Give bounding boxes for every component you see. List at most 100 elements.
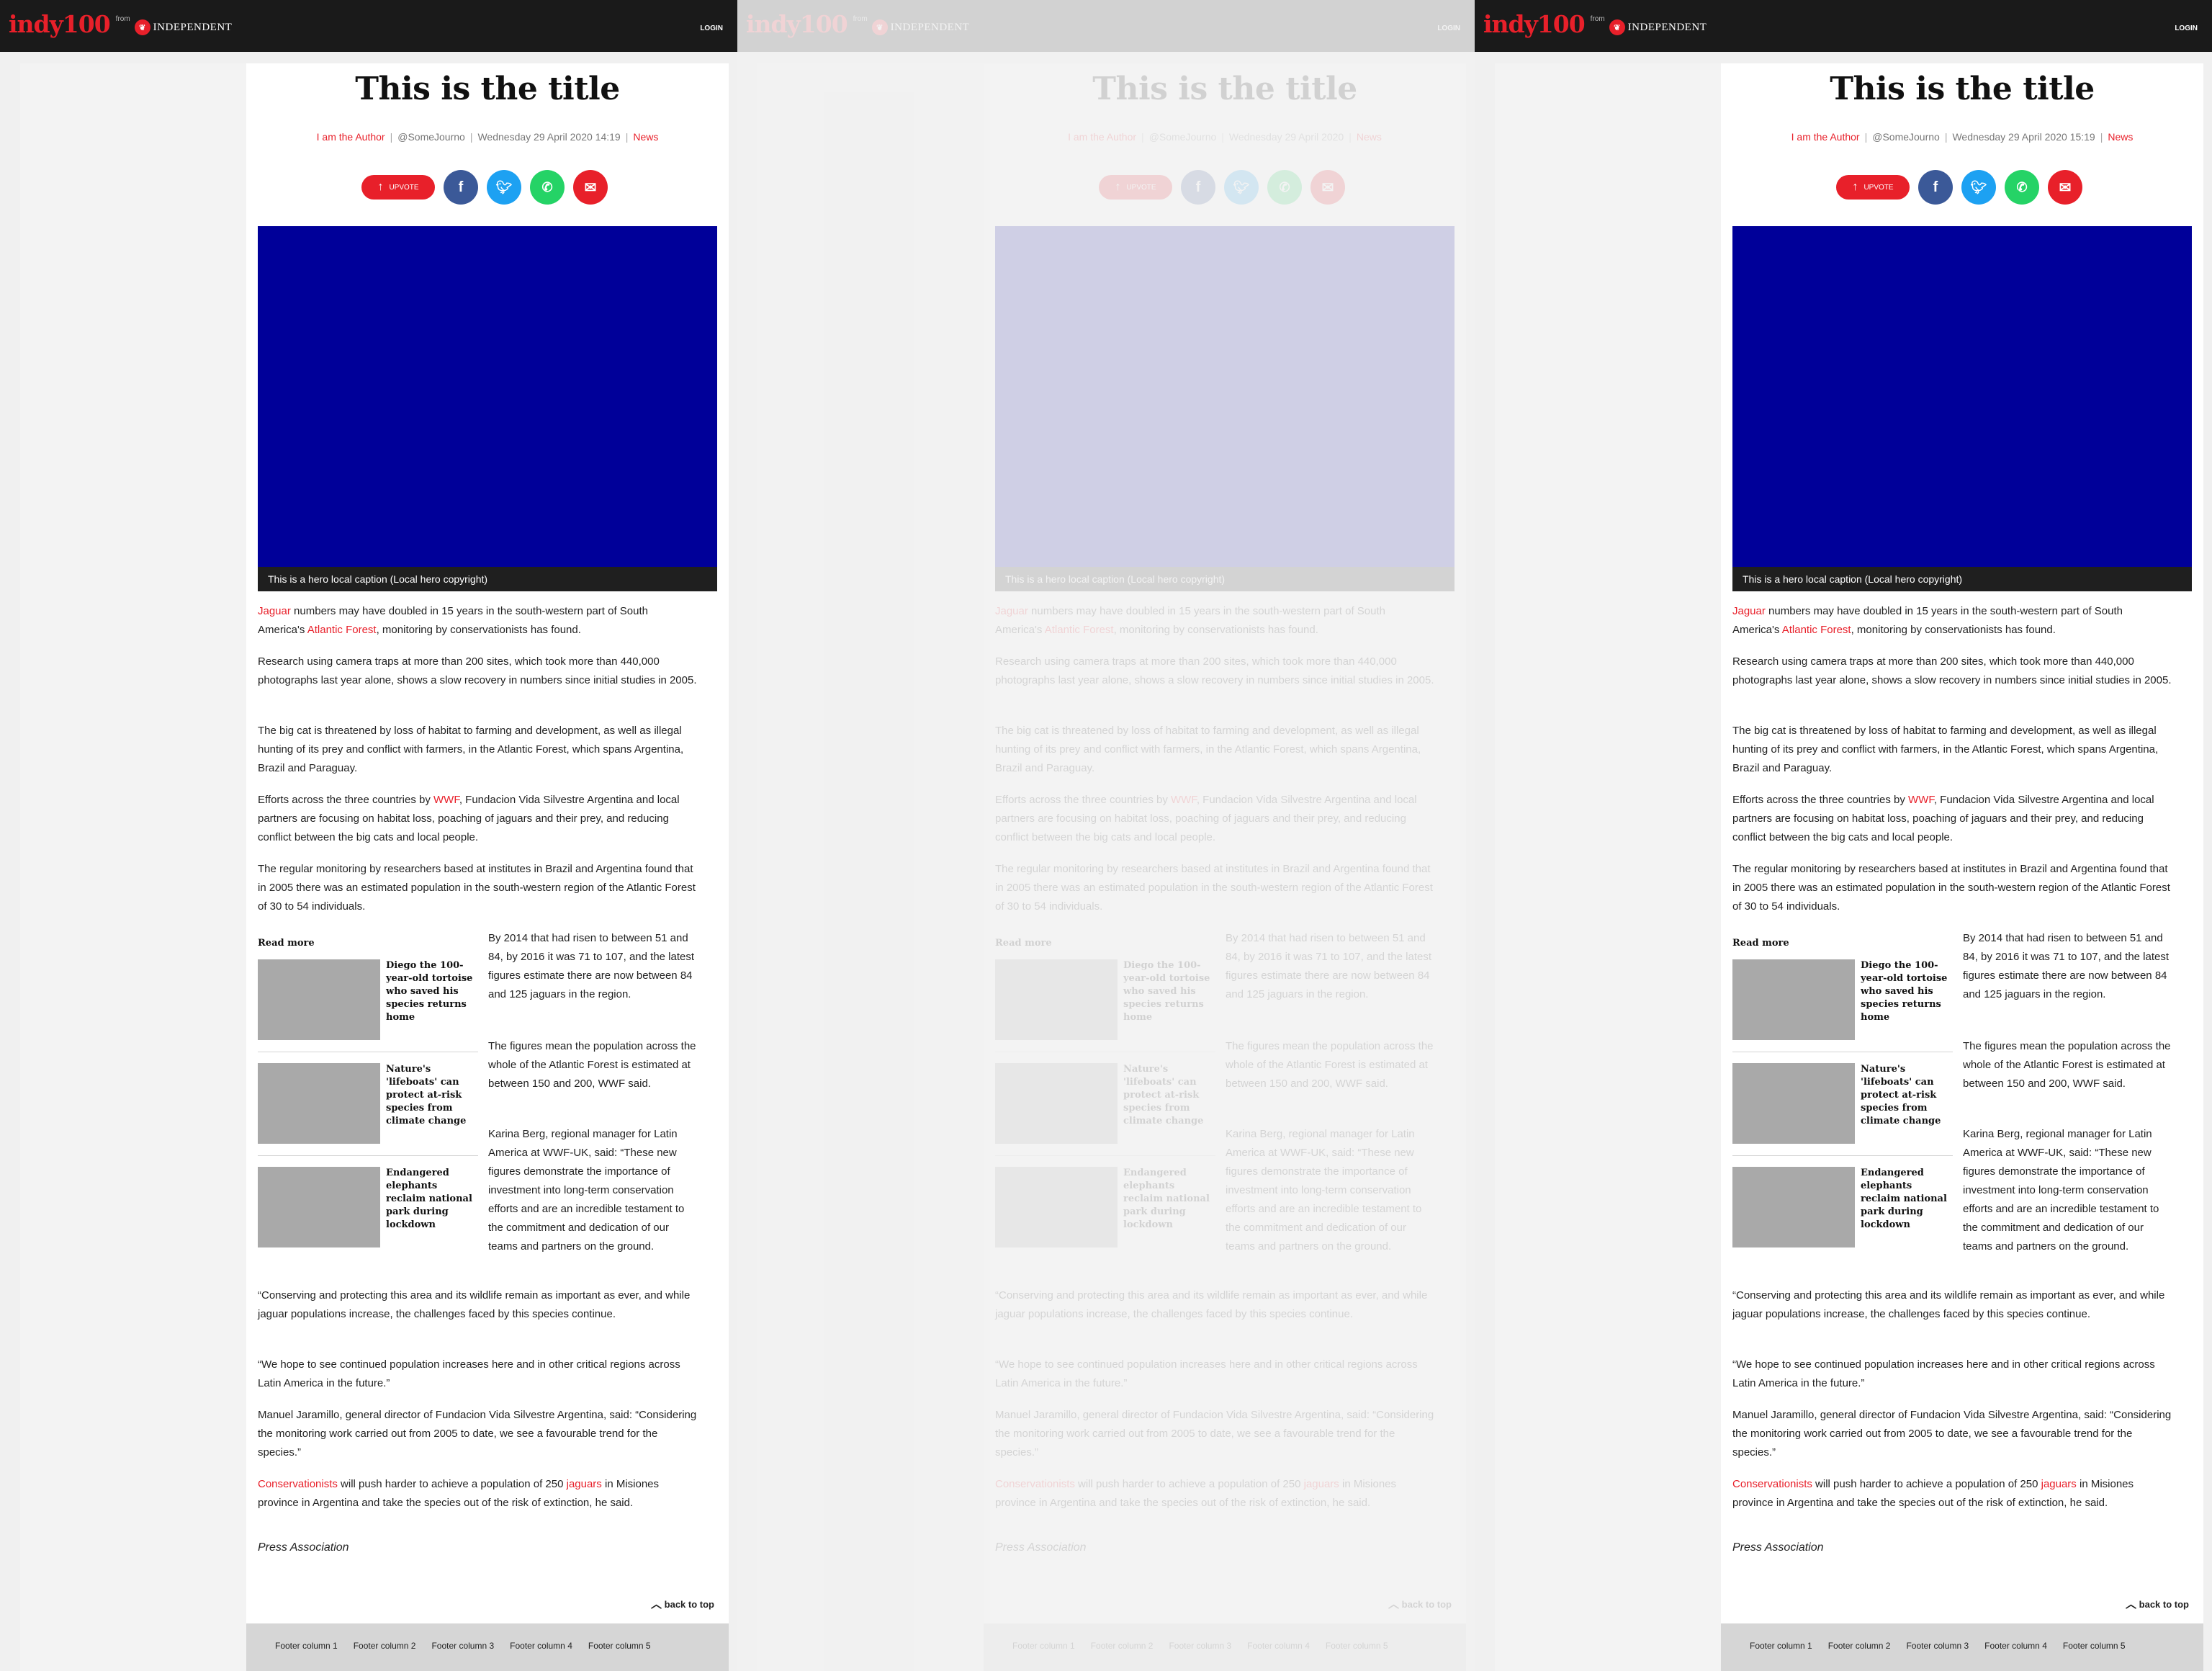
read-more-item[interactable]: Diego the 100-year-old tortoise who save… (258, 959, 478, 1052)
read-more-item[interactable]: Nature's 'lifeboats' can protect at-risk… (258, 1063, 478, 1156)
read-more-title[interactable]: Endangered elephants reclaim national pa… (386, 1167, 478, 1232)
paragraph-2: Research using camera traps at more than… (995, 655, 1434, 686)
email-share-button[interactable]: ✉ (2048, 170, 2082, 205)
whatsapp-share-button[interactable]: ✆ (530, 170, 565, 205)
upvote-button[interactable]: ↑ UPVOTE (1836, 175, 1910, 200)
footer-column[interactable]: Footer column 1 (1750, 1641, 1812, 1651)
back-to-top-link[interactable]: ︿ back to top (1388, 1596, 1452, 1611)
author-handle[interactable]: @SomeJourno (1149, 131, 1217, 143)
email-share-button[interactable]: ✉ (1310, 170, 1345, 205)
paragraph-5: The regular monitoring by researchers ba… (258, 863, 696, 913)
footer-column[interactable]: Footer column 1 (275, 1641, 338, 1651)
upvote-button[interactable]: ↑ UPVOTE (1099, 175, 1172, 200)
jaguar-link[interactable]: Jaguar (1732, 605, 1766, 617)
read-more-item[interactable]: Diego the 100-year-old tortoise who save… (1732, 959, 1953, 1052)
read-more-thumbnail[interactable] (258, 1063, 380, 1144)
read-more-thumbnail[interactable] (995, 1167, 1118, 1247)
footer-column[interactable]: Footer column 5 (588, 1641, 651, 1651)
jaguar-link[interactable]: Jaguar (258, 605, 291, 617)
jaguars-link[interactable]: jaguars (567, 1478, 602, 1490)
footer: Footer column 1 Footer column 2 Footer c… (246, 1623, 729, 1671)
atlantic-forest-link[interactable]: Atlantic Forest (307, 624, 377, 636)
footer-column[interactable]: Footer column 4 (1247, 1641, 1310, 1651)
read-more-thumbnail[interactable] (1732, 959, 1855, 1040)
read-more-thumbnail[interactable] (1732, 1063, 1855, 1144)
read-more-title[interactable]: Endangered elephants reclaim national pa… (1861, 1167, 1953, 1232)
read-more-item[interactable]: Nature's 'lifeboats' can protect at-risk… (1732, 1063, 1953, 1156)
wwf-link[interactable]: WWF (1171, 794, 1197, 806)
section-link[interactable]: News (1357, 131, 1382, 143)
back-to-top-link[interactable]: ︿ back to top (651, 1596, 714, 1611)
footer-column[interactable]: Footer column 3 (1169, 1641, 1231, 1651)
wwf-link[interactable]: WWF (1908, 794, 1934, 806)
site-logo[interactable]: indy100 from ❦ INDEPENDENT (746, 10, 969, 39)
email-share-button[interactable]: ✉ (573, 170, 608, 205)
site-logo[interactable]: indy100 from ❦ INDEPENDENT (1483, 10, 1707, 39)
paragraph-12: Conservationists will push harder to ach… (1732, 1475, 2172, 1513)
hero-image: This is a hero local caption (Local hero… (995, 226, 1455, 591)
read-more-thumbnail[interactable] (258, 959, 380, 1040)
footer-column[interactable]: Footer column 3 (1906, 1641, 1969, 1651)
read-more-item[interactable]: Endangered elephants reclaim national pa… (995, 1167, 1215, 1259)
read-more-title[interactable]: Nature's 'lifeboats' can protect at-risk… (1861, 1063, 1953, 1128)
read-more-title[interactable]: Endangered elephants reclaim national pa… (1123, 1167, 1215, 1232)
footer-column[interactable]: Footer column 4 (1984, 1641, 2047, 1651)
facebook-share-button[interactable]: f (444, 170, 478, 205)
paragraph-7: The figures mean the population across t… (488, 1040, 696, 1090)
twitter-share-button[interactable]: 🐦︎ (487, 170, 521, 205)
login-link[interactable]: LOGIN (2175, 24, 2198, 32)
footer-column[interactable]: Footer column 2 (354, 1641, 416, 1651)
atlantic-forest-link[interactable]: Atlantic Forest (1045, 624, 1114, 636)
author-link[interactable]: I am the Author (1791, 131, 1860, 143)
footer-column[interactable]: Footer column 2 (1091, 1641, 1154, 1651)
wwf-link[interactable]: WWF (433, 794, 459, 806)
whatsapp-share-button[interactable]: ✆ (2005, 170, 2039, 205)
facebook-share-button[interactable]: f (1918, 170, 1953, 205)
read-more-title[interactable]: Diego the 100-year-old tortoise who save… (386, 959, 478, 1024)
login-link[interactable]: LOGIN (700, 24, 723, 32)
read-more-title[interactable]: Nature's 'lifeboats' can protect at-risk… (386, 1063, 478, 1128)
jaguars-link[interactable]: jaguars (2041, 1478, 2077, 1490)
share-bar: ↑ UPVOTE f 🐦︎ ✆ ✉ (1099, 170, 1354, 205)
read-more-thumbnail[interactable] (995, 959, 1118, 1040)
jaguars-link[interactable]: jaguars (1304, 1478, 1339, 1490)
site-logo[interactable]: indy100 from ❦ INDEPENDENT (9, 10, 232, 39)
footer-column[interactable]: Footer column 5 (1326, 1641, 1388, 1651)
footer-column[interactable]: Footer column 4 (510, 1641, 572, 1651)
conservationists-link[interactable]: Conservationists (995, 1478, 1075, 1490)
read-more-title[interactable]: Diego the 100-year-old tortoise who save… (1123, 959, 1215, 1024)
author-handle[interactable]: @SomeJourno (1872, 131, 1940, 143)
back-to-top-link[interactable]: ︿ back to top (2126, 1596, 2189, 1611)
read-more-item[interactable]: Nature's 'lifeboats' can protect at-risk… (995, 1063, 1215, 1156)
jaguar-link[interactable]: Jaguar (995, 605, 1028, 617)
read-more-item[interactable]: Endangered elephants reclaim national pa… (258, 1167, 478, 1259)
footer-column[interactable]: Footer column 1 (1012, 1641, 1075, 1651)
read-more-item[interactable]: Endangered elephants reclaim national pa… (1732, 1167, 1953, 1259)
section-link[interactable]: News (2108, 131, 2133, 143)
section-link[interactable]: News (633, 131, 658, 143)
atlantic-forest-link[interactable]: Atlantic Forest (1782, 624, 1851, 636)
read-more-title[interactable]: Diego the 100-year-old tortoise who save… (1861, 959, 1953, 1024)
footer: Footer column 1 Footer column 2 Footer c… (1721, 1623, 2203, 1671)
footer-column[interactable]: Footer column 3 (431, 1641, 494, 1651)
login-link[interactable]: LOGIN (1437, 24, 1460, 32)
upvote-button[interactable]: ↑ UPVOTE (361, 175, 435, 200)
read-more-item[interactable]: Diego the 100-year-old tortoise who save… (995, 959, 1215, 1052)
conservationists-link[interactable]: Conservationists (1732, 1478, 1812, 1490)
conservationists-link[interactable]: Conservationists (258, 1478, 338, 1490)
footer-column[interactable]: Footer column 2 (1828, 1641, 1891, 1651)
footer-column[interactable]: Footer column 5 (2063, 1641, 2126, 1651)
read-more-thumbnail[interactable] (995, 1063, 1118, 1144)
whatsapp-share-button[interactable]: ✆ (1267, 170, 1302, 205)
read-more-title[interactable]: Nature's 'lifeboats' can protect at-risk… (1123, 1063, 1215, 1128)
twitter-share-button[interactable]: 🐦︎ (1961, 170, 1996, 205)
screenshot-panel-3: indy100 from ❦ INDEPENDENT LOGIN This is… (1475, 0, 2212, 1671)
logo-from: from (115, 14, 130, 23)
facebook-share-button[interactable]: f (1181, 170, 1215, 205)
author-handle[interactable]: @SomeJourno (397, 131, 465, 143)
twitter-share-button[interactable]: 🐦︎ (1224, 170, 1259, 205)
read-more-thumbnail[interactable] (258, 1167, 380, 1247)
read-more-thumbnail[interactable] (1732, 1167, 1855, 1247)
author-link[interactable]: I am the Author (317, 131, 385, 143)
author-link[interactable]: I am the Author (1068, 131, 1136, 143)
